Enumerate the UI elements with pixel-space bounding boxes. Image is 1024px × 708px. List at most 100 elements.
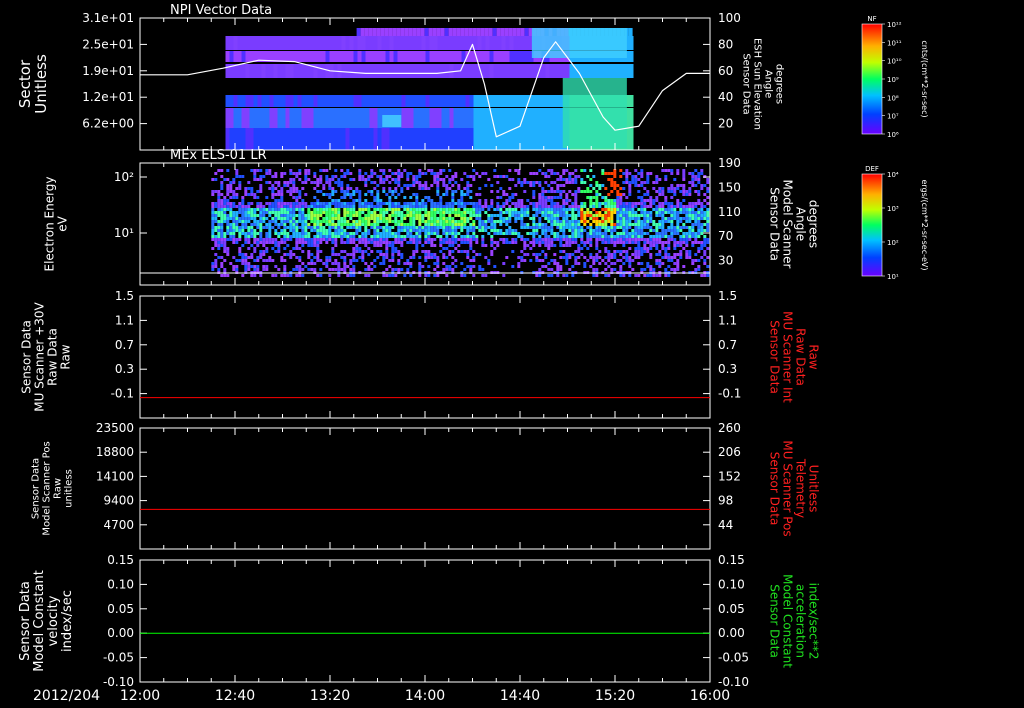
left-axis-label: velocity — [46, 595, 61, 646]
right-axis-label: Sensor Data — [768, 320, 782, 394]
colorbar-tick: 10² — [887, 239, 899, 247]
right-tick-label: 206 — [718, 445, 741, 459]
right-axis-label: Sensor Data — [768, 584, 782, 658]
right-axis-label: acceleration — [794, 584, 808, 658]
right-tick-label: -0.05 — [718, 651, 749, 665]
left-axis-label: Sensor Data — [20, 320, 34, 394]
left-tick-label: 1.2e+01 — [82, 90, 134, 104]
right-tick-label: 260 — [718, 421, 741, 435]
right-tick-label: 0.10 — [718, 577, 745, 591]
left-tick-label: 0.15 — [107, 553, 134, 567]
left-tick-label: -0.10 — [103, 675, 134, 689]
right-tick-label: 0.7 — [718, 338, 737, 352]
right-tick-label: 0.00 — [718, 626, 745, 640]
colorbar-units: ergs/(cm**2-sr-sec-eV) — [920, 179, 929, 270]
colorbar-tick: 10⁶ — [887, 131, 899, 139]
left-tick-label: 18800 — [96, 445, 134, 459]
left-tick-label: 23500 — [96, 421, 134, 435]
left-tick-label: 3.1e+01 — [82, 11, 134, 25]
panel-frame-3 — [139, 295, 711, 419]
colorbar-title: NF — [867, 15, 876, 23]
right-tick-label: 30 — [718, 254, 733, 268]
x-tick-label: 14:40 — [500, 688, 540, 704]
left-tick-label: -0.05 — [103, 651, 134, 665]
colorbar-tick: 10¹² — [887, 21, 902, 29]
colorbar-tick: 10³ — [887, 205, 899, 213]
left-tick-label: 0.05 — [107, 602, 134, 616]
right-tick-label: 100 — [718, 11, 741, 25]
right-axis-label: Model Scanner — [781, 180, 795, 269]
left-axis-label: Model Scanner Pos — [42, 441, 53, 535]
right-axis-label: Model Constant — [781, 574, 795, 668]
right-axis-label: index/sec**2 — [807, 583, 821, 660]
right-tick-label: 1.5 — [718, 289, 737, 303]
left-tick-label: 1.9e+01 — [82, 64, 134, 78]
right-axis-label: ESH Sun Elevation — [752, 38, 763, 130]
right-tick-label: -0.1 — [718, 387, 741, 401]
x-tick-label: 16:00 — [690, 688, 730, 704]
colorbar-tick: 10⁹ — [887, 76, 899, 84]
colorbar-tick: 10⁸ — [887, 94, 899, 102]
right-tick-label: 152 — [718, 469, 741, 483]
date-label: 2012/204 — [33, 688, 100, 704]
left-axis-label: MU Scanner +30V — [33, 302, 47, 412]
right-tick-label: 98 — [718, 494, 733, 508]
left-axis-label: Unitless — [32, 54, 50, 114]
colorbar-tick: 10¹ — [887, 273, 899, 281]
left-tick-label: 0.00 — [107, 626, 134, 640]
right-tick-label: 70 — [718, 229, 733, 243]
left-axis-label: Electron Energy — [43, 176, 57, 271]
right-tick-label: 40 — [718, 90, 733, 104]
right-axis-label: Raw — [807, 344, 821, 369]
left-tick-label: 4700 — [103, 518, 134, 532]
right-axis-label: MU Scanner Int — [781, 311, 795, 403]
right-axis-label: Angle — [794, 207, 808, 241]
right-tick-label: 110 — [718, 205, 741, 219]
left-axis-label: eV — [56, 215, 70, 231]
left-tick-label: 1.1 — [115, 313, 134, 327]
right-tick-label: 60 — [718, 64, 733, 78]
left-axis-label: Sensor Data — [31, 458, 42, 519]
right-axis-label: Sensor Data — [768, 187, 782, 261]
colorbar-tick: 10⁴ — [887, 171, 899, 179]
left-axis-label: Raw — [53, 478, 64, 499]
right-axis-label: Angle — [763, 70, 774, 98]
x-tick-label: 14:00 — [405, 688, 445, 704]
tplot-figure: NPI Vector Data 3.1e+01 2.5e+01 1.9e+01 1.2e… — [16, 3, 929, 704]
right-axis-label: Raw Data — [794, 328, 808, 386]
colorbar-tick: 10¹¹ — [887, 39, 902, 47]
right-tick-label: 20 — [718, 117, 733, 131]
left-tick-label: 2.5e+01 — [82, 37, 134, 51]
left-axis-label: Raw — [59, 344, 73, 369]
x-tick-label: 12:40 — [215, 688, 255, 704]
left-tick-label: 0.10 — [107, 577, 134, 591]
right-tick-label: -0.10 — [718, 675, 749, 689]
right-axis-label: Sensor Data — [741, 53, 752, 114]
right-tick-label: 1.1 — [718, 313, 737, 327]
left-tick-label: 14100 — [96, 469, 134, 483]
panel-frame-5 — [139, 559, 711, 683]
colorbar-2 — [861, 173, 883, 277]
right-axis-label: Telemetry — [794, 458, 808, 518]
left-axis-label: unitless — [64, 469, 75, 508]
right-axis-label: degrees — [807, 200, 821, 248]
panel-title-2: MEx ELS-01 LR — [170, 148, 267, 163]
right-axis-label: degrees — [774, 64, 785, 104]
right-axis-label: Unitless — [807, 465, 821, 513]
left-tick-label: 10¹ — [114, 226, 134, 240]
x-tick-label: 15:20 — [595, 688, 635, 704]
colorbar-units: cnts/(cm**2-sr-sec) — [920, 40, 929, 117]
left-tick-label: 9400 — [103, 494, 134, 508]
panel-frame-4 — [139, 427, 711, 550]
x-tick-label: 13:20 — [310, 688, 350, 704]
colorbar-title: DEF — [865, 165, 879, 173]
left-tick-label: 1.5 — [115, 289, 134, 303]
left-tick-label: 6.2e+00 — [82, 117, 134, 131]
left-axis-label: Model Constant — [32, 570, 47, 672]
panel-title-1: NPI Vector Data — [170, 3, 272, 18]
left-tick-label: 10² — [114, 170, 134, 184]
right-tick-label: 0.3 — [718, 362, 737, 376]
x-tick-label: 12:00 — [120, 688, 160, 704]
colorbar-1 — [861, 23, 883, 135]
colorbar-tick: 10⁷ — [887, 113, 899, 121]
